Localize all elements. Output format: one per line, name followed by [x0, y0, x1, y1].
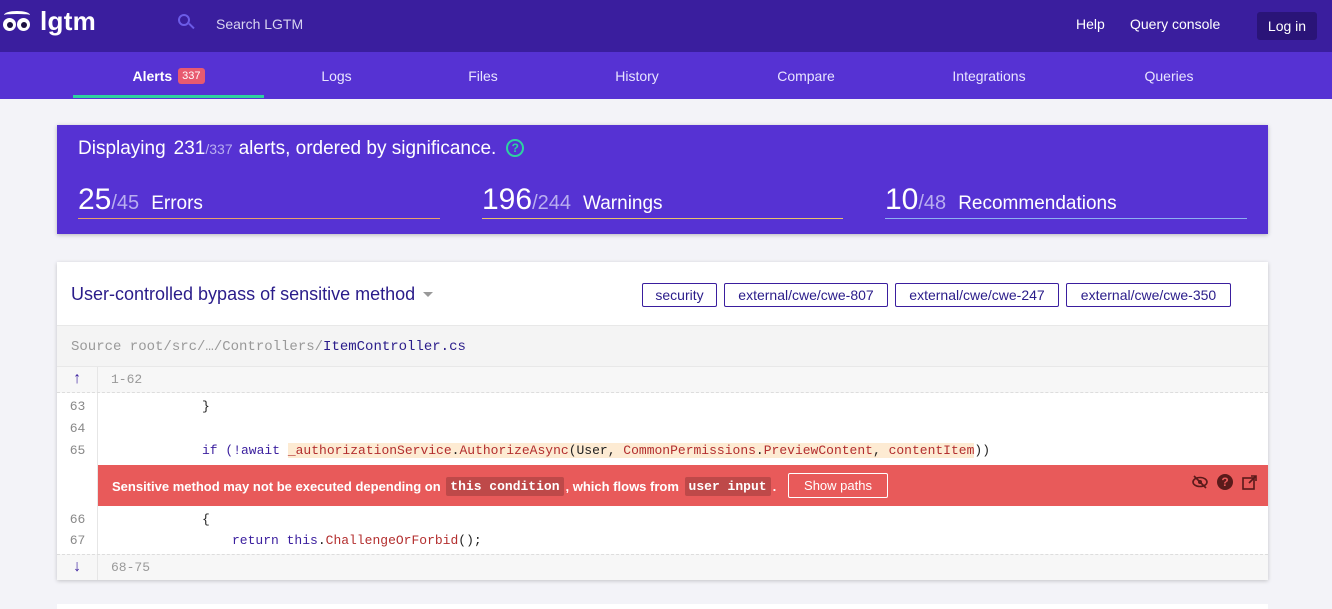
next-alert-card: [57, 604, 1268, 609]
search-input[interactable]: [210, 12, 510, 36]
down-arrow-icon[interactable]: ↓: [57, 555, 98, 580]
code-block-upper: 63 } 64 65 if (!await _authorizationServ…: [57, 393, 1268, 465]
source-path: Source root/src/…/Controllers/ItemContro…: [57, 325, 1268, 367]
line-number: 63: [69, 399, 86, 414]
tab-label: Logs: [321, 67, 352, 84]
code-block-lower: 66 { 67 return this.ChallengeOrForbid();: [57, 506, 1268, 554]
stat-count: 25: [78, 183, 112, 216]
alert-title-text: User-controlled bypass of sensitive meth…: [71, 284, 416, 304]
tab-compare[interactable]: Compare: [717, 52, 895, 99]
tab-history[interactable]: History: [557, 52, 717, 99]
alert-title[interactable]: User-controlled bypass of sensitive meth…: [71, 284, 434, 305]
alert-message: Sensitive method may not be executed dep…: [98, 465, 1268, 506]
code-line: if (!await _authorizationService.Authori…: [202, 443, 990, 458]
stat-count: 196: [482, 183, 533, 216]
alerts-summary: Displaying 231 /337 alerts, ordered by s…: [57, 125, 1268, 234]
fold-range: 1-62: [111, 372, 143, 387]
source-file-link[interactable]: ItemController.cs: [323, 339, 466, 355]
stat-total: /244: [532, 192, 571, 214]
search-icon: [178, 14, 195, 30]
code-line: {: [202, 512, 210, 527]
alerts-count-badge: 337: [178, 67, 205, 84]
tab-label: Integrations: [952, 67, 1026, 84]
lgtm-logo[interactable]: lgtm: [2, 6, 97, 37]
tab-label: History: [615, 67, 659, 84]
active-tab-indicator: [73, 95, 264, 98]
summary-heading: Displaying 231 /337 alerts, ordered by s…: [78, 138, 525, 160]
tab-alerts[interactable]: Alerts 337: [73, 52, 264, 99]
help-link[interactable]: Help: [1076, 16, 1105, 32]
gutter: [57, 465, 98, 506]
tag-cwe-247[interactable]: external/cwe/cwe-247: [895, 283, 1059, 307]
line-number: 65: [69, 443, 86, 458]
line-number: 66: [69, 512, 86, 527]
total-count: /337: [205, 141, 233, 157]
code-line: }: [202, 399, 210, 414]
login-button[interactable]: Log in: [1257, 12, 1317, 40]
tab-logs[interactable]: Logs: [264, 52, 409, 99]
line-number: 64: [69, 421, 86, 436]
summary-prefix: Displaying: [78, 138, 166, 159]
tab-label: Compare: [777, 67, 835, 84]
show-paths-button[interactable]: Show paths: [788, 473, 888, 498]
source-prefix: Source root/src/…/Controllers/: [71, 339, 324, 355]
project-tabs: Alerts 337 Logs Files History Compare In…: [0, 52, 1332, 99]
eye-slash-icon[interactable]: [1192, 474, 1208, 490]
fold-range: 68-75: [111, 560, 151, 575]
stat-total: /45: [111, 192, 140, 214]
condition-link[interactable]: this condition: [446, 477, 564, 496]
expand-above-row[interactable]: ↑ 1-62: [57, 367, 1268, 393]
tag-security[interactable]: security: [642, 283, 717, 307]
tab-label: Alerts: [132, 67, 173, 84]
query-console-link[interactable]: Query console: [1130, 16, 1220, 32]
tag-cwe-350[interactable]: external/cwe/cwe-350: [1066, 283, 1231, 307]
code-line: return this.ChallengeOrForbid();: [232, 533, 482, 548]
stat-label: Recommendations: [958, 193, 1117, 214]
logo-text: lgtm: [40, 6, 97, 36]
tab-integrations[interactable]: Integrations: [895, 52, 1083, 99]
chevron-down-icon: [423, 292, 434, 297]
owl-logo-icon: [2, 9, 34, 37]
help-icon[interactable]: ?: [1217, 474, 1233, 490]
errors-filter[interactable]: 25 /45 Errors: [78, 183, 440, 219]
warnings-filter[interactable]: 196 /244 Warnings: [482, 183, 843, 219]
help-icon[interactable]: ?: [506, 139, 525, 157]
external-link-icon[interactable]: [1241, 474, 1257, 490]
user-input-link[interactable]: user input: [684, 477, 771, 496]
recommendations-filter[interactable]: 10 /48 Recommendations: [885, 183, 1247, 219]
tab-label: Files: [468, 67, 498, 84]
alert-message-text: Sensitive method may not be executed dep…: [112, 477, 777, 496]
summary-suffix: alerts, ordered by significance.: [238, 138, 497, 159]
stat-total: /48: [918, 192, 947, 214]
tab-files[interactable]: Files: [409, 52, 557, 99]
line-number: 67: [69, 533, 86, 548]
stat-label: Errors: [151, 193, 203, 214]
expand-below-row[interactable]: ↓ 68-75: [57, 554, 1268, 580]
tab-queries[interactable]: Queries: [1083, 52, 1255, 99]
up-arrow-icon[interactable]: ↑: [57, 367, 98, 392]
stat-count: 10: [885, 183, 919, 216]
stat-label: Warnings: [583, 193, 663, 214]
alert-card: User-controlled bypass of sensitive meth…: [57, 262, 1268, 580]
top-bar: lgtm Help Query console Log in: [0, 0, 1332, 52]
tag-cwe-807[interactable]: external/cwe/cwe-807: [724, 283, 888, 307]
tab-label: Queries: [1144, 67, 1194, 84]
shown-count: 231: [173, 138, 206, 159]
